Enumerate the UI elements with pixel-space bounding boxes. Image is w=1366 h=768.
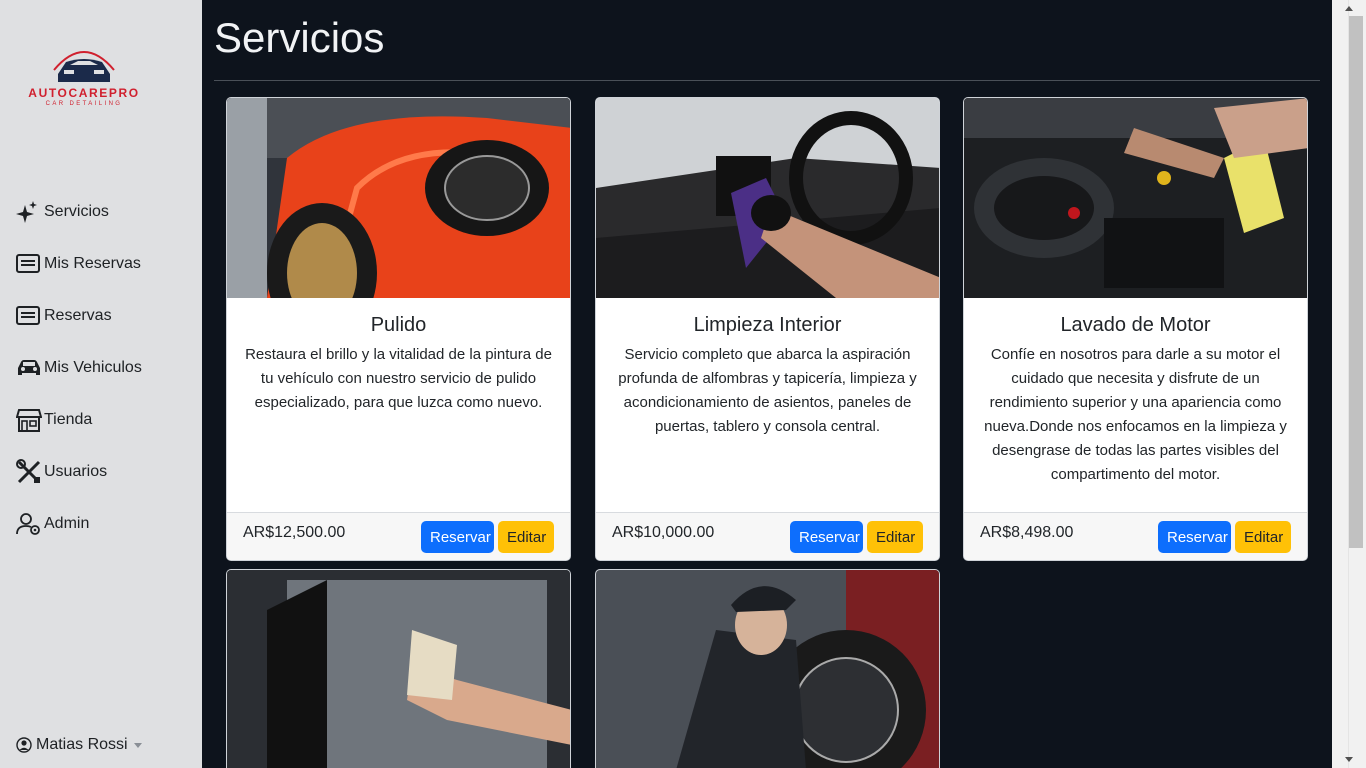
user-name: Matias Rossi: [36, 736, 128, 753]
sidebar-item-label: Mis Reservas: [44, 255, 141, 272]
sidebar-item-reservas[interactable]: Reservas: [16, 290, 142, 342]
service-body: Limpieza Interior Servicio completo que …: [596, 298, 939, 512]
scrollbar-thumb[interactable]: [1349, 16, 1363, 548]
tools-icon: [16, 459, 42, 485]
service-image: [964, 98, 1307, 298]
user-gear-icon: [16, 511, 42, 537]
service-image: [227, 570, 570, 768]
service-price: AR$12,500.00: [243, 524, 346, 541]
main-content: Servicios Pulido Restaura el brillo y la…: [202, 0, 1332, 768]
service-name: Lavado de Motor: [1060, 314, 1211, 336]
sidebar-item-admin[interactable]: Admin: [16, 498, 142, 550]
title-divider: [214, 80, 1320, 81]
service-body: Pulido Restaura el brillo y la vitalidad…: [227, 298, 570, 512]
edit-button[interactable]: Editar: [1235, 521, 1291, 553]
edit-button[interactable]: Editar: [498, 521, 554, 553]
page-title: Servicios: [214, 14, 385, 61]
scroll-up-icon[interactable]: [1345, 6, 1353, 11]
sidebar-item-label: Admin: [44, 515, 90, 532]
sidebar-item-label: Usuarios: [44, 463, 108, 480]
sidebar-item-label: Tienda: [44, 411, 93, 428]
reserve-button[interactable]: Reservar: [421, 521, 494, 553]
service-price: AR$8,498.00: [980, 524, 1074, 541]
sidebar-item-servicios[interactable]: Servicios: [16, 186, 142, 238]
sidebar: AUTOCAREPRO CAR DETAILING Servicios Mis …: [0, 0, 202, 768]
shop-icon: [16, 407, 42, 433]
caret-down-icon: [133, 742, 142, 748]
sidebar-nav: Servicios Mis Reservas Reservas Mis Vehi…: [16, 186, 142, 550]
service-image: [596, 98, 939, 298]
service-image: [227, 98, 570, 298]
service-body: Lavado de Motor Confíe en nosotros para …: [964, 298, 1307, 512]
sidebar-item-label: Servicios: [44, 203, 109, 220]
service-card: [595, 569, 940, 768]
car-icon: [16, 355, 42, 381]
service-footer: AR$10,000.00 Reservar Editar: [596, 512, 939, 560]
user-menu[interactable]: Matias Rossi: [16, 736, 142, 754]
sidebar-item-mis-vehiculos[interactable]: Mis Vehiculos: [16, 342, 142, 394]
brand-logo[interactable]: AUTOCAREPRO CAR DETAILING: [14, 40, 154, 112]
service-description: Servicio completo que abarca la aspiraci…: [618, 346, 917, 435]
list-icon: [16, 303, 42, 329]
service-name: Pulido: [370, 314, 427, 336]
service-card: [226, 569, 571, 768]
service-card: Limpieza Interior Servicio completo que …: [595, 97, 940, 561]
service-description: Confíe en nosotros para darle a su motor…: [984, 346, 1287, 483]
service-footer: AR$12,500.00 Reservar Editar: [227, 512, 570, 560]
sidebar-item-label: Mis Vehiculos: [44, 359, 142, 376]
edit-button[interactable]: Editar: [867, 521, 923, 553]
list-icon: [16, 251, 42, 277]
service-card: Lavado de Motor Confíe en nosotros para …: [963, 97, 1308, 561]
service-card: Pulido Restaura el brillo y la vitalidad…: [226, 97, 571, 561]
service-image: [596, 570, 939, 768]
sidebar-item-tienda[interactable]: Tienda: [16, 394, 142, 446]
brand-tagline: CAR DETAILING: [45, 101, 123, 107]
service-name: Limpieza Interior: [693, 314, 842, 336]
sidebar-item-label: Reservas: [44, 307, 112, 324]
scrollbar[interactable]: [1332, 0, 1366, 768]
sidebar-item-mis-reservas[interactable]: Mis Reservas: [16, 238, 142, 290]
reserve-button[interactable]: Reservar: [1158, 521, 1231, 553]
user-circle-icon: [16, 737, 32, 753]
service-price: AR$10,000.00: [612, 524, 715, 541]
scroll-down-icon[interactable]: [1345, 757, 1353, 762]
car-logo-icon: [53, 51, 115, 82]
reserve-button[interactable]: Reservar: [790, 521, 863, 553]
service-footer: AR$8,498.00 Reservar Editar: [964, 512, 1307, 560]
brand-name: AUTOCAREPRO: [28, 86, 140, 100]
sidebar-item-usuarios[interactable]: Usuarios: [16, 446, 142, 498]
sparkles-icon: [16, 199, 42, 225]
service-description: Restaura el brillo y la vitalidad de la …: [245, 346, 552, 411]
scrollbar-track: [1332, 0, 1349, 768]
